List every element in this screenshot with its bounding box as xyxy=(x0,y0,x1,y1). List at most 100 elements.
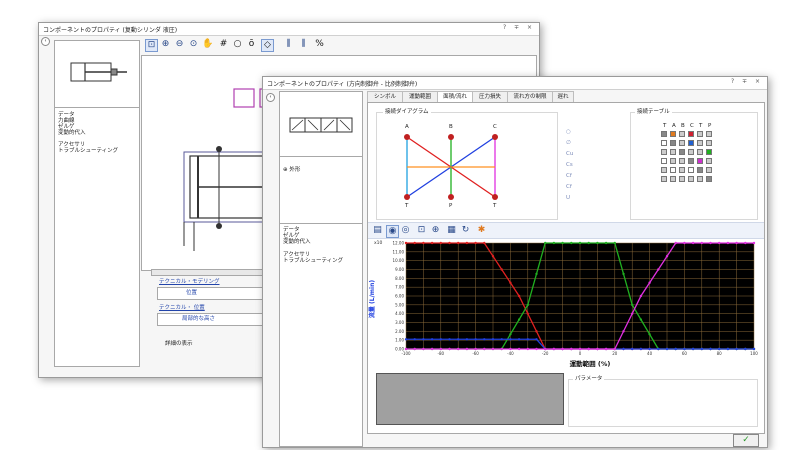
grid-cell[interactable] xyxy=(706,140,712,146)
chart-point xyxy=(517,347,521,351)
chart-point xyxy=(561,241,564,245)
chart-zoom-icon[interactable]: ⊕ xyxy=(430,225,441,236)
table-header-b: B xyxy=(681,123,685,129)
flow-item-3[interactable]: Cs xyxy=(566,162,573,169)
back-nav-panel: データ 力曲線 ゼルゲ 変動的代入 アクセサリ トラブルシューティング xyxy=(54,107,140,367)
flow-item-5[interactable]: Cf xyxy=(566,184,572,191)
chart-point xyxy=(483,241,486,245)
grid-cell[interactable] xyxy=(670,131,676,137)
grid-cell[interactable] xyxy=(679,149,685,155)
flow-item-4[interactable]: Cf xyxy=(566,173,572,180)
zoom-fit-icon[interactable]: ⊡ xyxy=(145,39,158,52)
grid-cell[interactable] xyxy=(688,149,694,155)
chart-export-icon[interactable]: ▤ xyxy=(372,225,383,236)
grid-cell[interactable] xyxy=(670,167,676,173)
zoom-region-icon[interactable]: ⊙ xyxy=(188,39,199,50)
grid-cell[interactable] xyxy=(697,176,703,182)
flow-chart: x10 流量 (L/min) 運動範囲 (%) 12.00 11.00 10.00 9… xyxy=(368,240,758,367)
grid-cell[interactable] xyxy=(688,167,694,173)
flow-item-6[interactable]: U xyxy=(566,195,570,202)
grid-cell[interactable] xyxy=(688,140,694,146)
front-collapse-icon[interactable]: ‹ xyxy=(266,93,275,102)
chart-y-tick-label: 12.00 xyxy=(393,241,405,246)
grid-cell[interactable] xyxy=(679,131,685,137)
grid-cell[interactable] xyxy=(697,140,703,146)
tree-item-outline[interactable]: ⊕ 外形 xyxy=(283,167,300,174)
grid-cell[interactable] xyxy=(688,158,694,164)
technical-position-header[interactable]: テクニカル・ 位置 xyxy=(159,305,205,312)
waveform-icon[interactable]: ⫼ xyxy=(283,39,294,50)
grid-cell[interactable] xyxy=(670,176,676,182)
connection-diagram-box: 接続ダイアグラム A B C T P T xyxy=(376,109,558,220)
collapse-left-icon[interactable]: ‹ xyxy=(41,37,50,46)
flow-item-0[interactable]: ○ xyxy=(566,129,571,136)
nav-item-troubleshooting[interactable]: トラブルシューティング xyxy=(58,148,118,155)
grid-cell[interactable] xyxy=(679,158,685,164)
tab-content: 接続ダイアグラム A B C T P T ○ ∅ Cu Cs Cf Cf U 接… xyxy=(367,102,765,434)
chart-zoom-fit-icon[interactable]: ⊡ xyxy=(416,225,427,236)
select-icon[interactable]: ◇ xyxy=(261,39,274,52)
chart-point xyxy=(544,347,547,351)
grid-cell[interactable] xyxy=(706,149,712,155)
chart-x-tick-label: 80 xyxy=(717,351,723,356)
flow-item-2[interactable]: Cu xyxy=(566,151,573,158)
front-nav-item-troubleshooting[interactable]: トラブルシューティング xyxy=(283,258,343,265)
back-window-controls[interactable]: ? ∓ × xyxy=(503,24,535,31)
zoom-in-icon[interactable]: ⊕ xyxy=(160,39,171,50)
technical-modeling-header[interactable]: テクニカル・モデリング xyxy=(159,279,220,286)
chart-settings-icon[interactable]: ✱ xyxy=(476,225,487,236)
grid-cell[interactable] xyxy=(670,158,676,164)
grid-cell[interactable] xyxy=(706,131,712,137)
grid-cell[interactable] xyxy=(706,167,712,173)
zoom-out-icon[interactable]: ⊖ xyxy=(174,39,185,50)
flow-item-1[interactable]: ∅ xyxy=(566,140,571,147)
grid-cell[interactable] xyxy=(661,158,667,164)
tab-bar: シンボル 運動範囲 面積/流れ 圧力損失 流れ方の制限 遅れ xyxy=(367,91,763,103)
grid-cell[interactable] xyxy=(661,176,667,182)
grid-cell[interactable] xyxy=(661,149,667,155)
grid-cell[interactable] xyxy=(688,131,694,137)
waveform-alt-icon[interactable]: ⫼ xyxy=(298,39,309,50)
front-nav-item-variable[interactable]: 変動的代入 xyxy=(283,239,311,246)
chart-refresh-icon[interactable]: ↻ xyxy=(460,225,471,236)
grid-cell[interactable] xyxy=(661,131,667,137)
grid-cell[interactable] xyxy=(679,140,685,146)
grid-cell[interactable] xyxy=(670,140,676,146)
grid-icon[interactable]: # xyxy=(218,39,229,50)
grid-cell[interactable] xyxy=(697,158,703,164)
ok-button[interactable]: ✓ xyxy=(733,434,759,447)
pan-icon[interactable]: ✋ xyxy=(202,39,213,50)
grid-cell[interactable] xyxy=(661,140,667,146)
chart-eye-icon[interactable]: ◎ xyxy=(400,225,411,236)
circle-icon[interactable]: ○ xyxy=(232,39,243,50)
chart-x-tick-label: 100 xyxy=(750,351,758,356)
chart-point xyxy=(413,241,416,245)
chart-point xyxy=(657,268,660,271)
front-window-controls[interactable]: ? ∓ × xyxy=(731,78,763,85)
percent-icon[interactable]: % xyxy=(314,39,325,50)
grid-cell[interactable] xyxy=(706,176,712,182)
front-tree-panel: ⊕ 外形 xyxy=(279,156,363,224)
grid-cell[interactable] xyxy=(670,149,676,155)
chart-point xyxy=(544,241,547,245)
grid-cell[interactable] xyxy=(688,176,694,182)
connection-icon[interactable]: ō xyxy=(246,39,257,50)
chart-point xyxy=(500,347,503,351)
chart-x-tick-label: -40 xyxy=(507,351,514,356)
chart-point xyxy=(474,347,477,351)
chart-copy-icon[interactable]: ▦ xyxy=(446,225,457,236)
nav-item-variable[interactable]: 変動的代入 xyxy=(58,130,86,137)
grid-cell[interactable] xyxy=(697,149,703,155)
grid-cell[interactable] xyxy=(679,167,685,173)
grid-cell[interactable] xyxy=(697,131,703,137)
grid-cell[interactable] xyxy=(697,167,703,173)
valve-symbol-icon xyxy=(289,117,353,133)
chart-point xyxy=(526,303,529,307)
chart-point xyxy=(552,347,556,351)
grid-cell[interactable] xyxy=(706,158,712,164)
grid-cell[interactable] xyxy=(661,167,667,173)
details-toggle[interactable]: 詳細の表示 xyxy=(165,341,193,348)
grid-cell[interactable] xyxy=(679,176,685,182)
front-preview-panel xyxy=(279,91,363,157)
chart-view-icon[interactable]: ◉ xyxy=(386,225,399,238)
